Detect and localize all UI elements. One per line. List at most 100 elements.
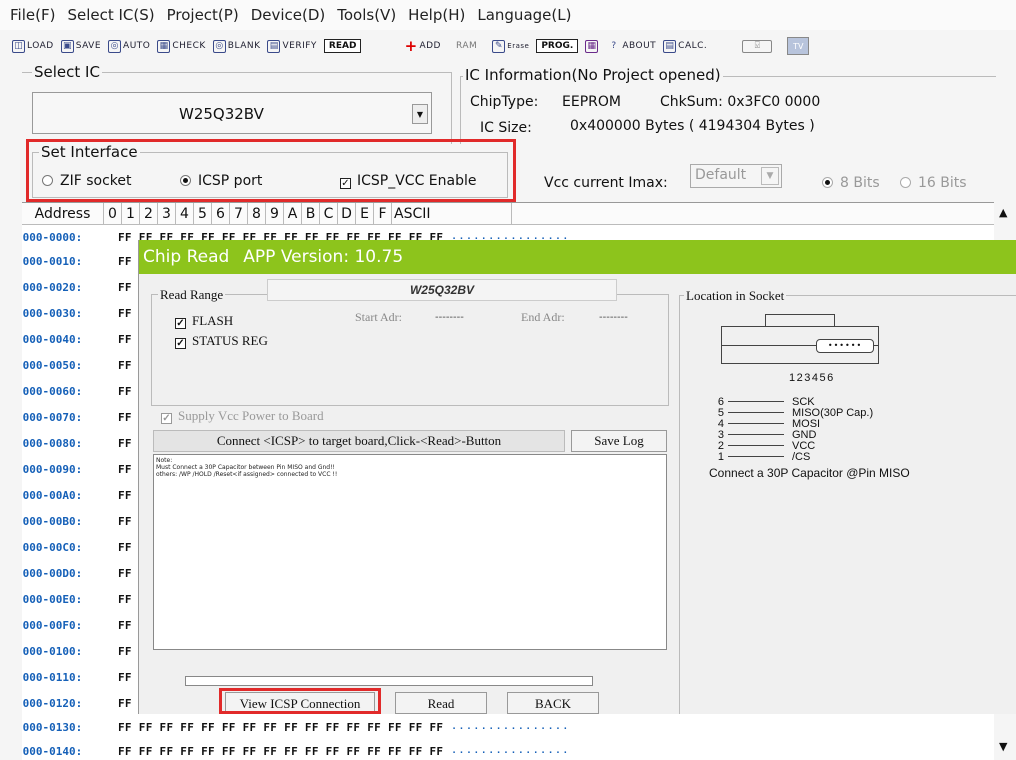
add-button[interactable]: + ADD bbox=[404, 36, 441, 56]
erase-button[interactable]: ✎ Erase bbox=[492, 36, 529, 56]
view-icsp-highlight-box bbox=[219, 688, 381, 714]
pin-number: 1 bbox=[717, 450, 724, 463]
prog-button[interactable]: PROG. bbox=[536, 36, 579, 56]
dialog-title: Chip Read bbox=[143, 247, 230, 267]
menu-help[interactable]: Help(H) bbox=[408, 6, 465, 24]
hex-row-address: 0000-0090: bbox=[22, 462, 83, 476]
hex-header-col: 7 bbox=[230, 203, 248, 224]
auto-button[interactable]: ◎ AUTO bbox=[108, 36, 150, 56]
menu-file[interactable]: File(F) bbox=[10, 6, 55, 24]
pin-row: 3 GND bbox=[704, 429, 873, 441]
pin-line bbox=[728, 456, 784, 457]
pin-row: 4 MOSI bbox=[704, 418, 873, 430]
hex-header-col: F bbox=[374, 203, 392, 224]
verify-chip-icon: ▤ bbox=[267, 39, 281, 53]
hex-header-col: 4 bbox=[176, 203, 194, 224]
menu-tools[interactable]: Tools(V) bbox=[337, 6, 396, 24]
ram-button[interactable]: RAM bbox=[456, 36, 477, 56]
menu-device[interactable]: Device(D) bbox=[251, 6, 326, 24]
tv-button[interactable]: TV bbox=[787, 36, 810, 56]
hex-row-address: 0000-00E0: bbox=[22, 592, 83, 606]
16-bits-radio[interactable]: 16 Bits bbox=[900, 175, 967, 191]
check-chip-icon: ▦ bbox=[157, 39, 171, 53]
radio-unchecked-icon bbox=[900, 177, 911, 188]
checkbox-checked-icon: ✓ bbox=[175, 338, 186, 349]
load-button[interactable]: ◫ LOAD bbox=[12, 36, 54, 56]
flash-checkbox[interactable]: ✓ FLASH bbox=[175, 313, 233, 329]
hex-row-bytes: FF FF FF FF FF FF FF FF FF FF FF FF FF F… bbox=[118, 744, 444, 758]
chip-read-dialog: Chip Read APP Version: 10.75 Read Range … bbox=[138, 240, 1016, 714]
chevron-down-icon: ▼ bbox=[761, 167, 779, 185]
hex-header-col: 8 bbox=[248, 203, 266, 224]
plug-button[interactable]: ⍌ bbox=[742, 36, 774, 56]
hex-row-address: 0000-0020: bbox=[22, 280, 83, 294]
hex-header-col: 6 bbox=[212, 203, 230, 224]
scroll-up-icon[interactable]: ▲ bbox=[999, 206, 1007, 219]
pin-row: 1/CS bbox=[704, 450, 873, 463]
hex-row-address: 0000-0070: bbox=[22, 410, 83, 424]
chksum-value: ChkSum: 0x3FC0 0000 bbox=[660, 94, 821, 110]
end-adr-label: End Adr: bbox=[521, 310, 565, 324]
start-adr-label: Start Adr: bbox=[355, 310, 402, 324]
pin-line bbox=[728, 434, 784, 435]
hex-row-address: 0000-0060: bbox=[22, 384, 83, 398]
hex-row-address: 0000-0040: bbox=[22, 332, 83, 346]
pin-header-icon: •••••• bbox=[816, 339, 874, 353]
calc-button[interactable]: ▤ CALC. bbox=[663, 36, 707, 56]
read-chip-button[interactable]: Read bbox=[395, 692, 487, 714]
eraser-icon: ✎ bbox=[492, 39, 506, 53]
pin-numbers-label: 123456 bbox=[789, 372, 835, 384]
pin-line bbox=[728, 401, 784, 402]
connect-instruction: Connect <ICSP> to target board,Click-<Re… bbox=[153, 430, 565, 452]
status-reg-checkbox[interactable]: ✓ STATUS REG bbox=[175, 333, 268, 349]
about-button[interactable]: ? ABOUT bbox=[607, 36, 656, 56]
hex-header-col: 0 bbox=[104, 203, 122, 224]
log-line: Must Connect a 30P Capacitor between Pin… bbox=[156, 464, 335, 471]
chiptype-label: ChipType: bbox=[470, 94, 539, 110]
radio-checked-icon bbox=[822, 177, 833, 188]
ic-size-value: 0x400000 Bytes ( 4194304 Bytes ) bbox=[570, 118, 815, 134]
menu-select-ic[interactable]: Select IC(S) bbox=[67, 6, 154, 24]
read-button[interactable]: READ bbox=[323, 36, 362, 56]
vcc-current-select[interactable]: Default ▼ bbox=[690, 164, 782, 188]
hex-row-address: 0000-0080: bbox=[22, 436, 83, 450]
calculator-icon: ▤ bbox=[663, 39, 677, 53]
supply-vcc-checkbox[interactable]: ✓ Supply Vcc Power to Board bbox=[161, 408, 324, 424]
start-adr-value: -------- bbox=[435, 312, 464, 323]
hex-row-address: 0000-0000: bbox=[22, 230, 83, 244]
save-log-button[interactable]: Save Log bbox=[571, 430, 667, 452]
hex-row-address: 0000-0010: bbox=[22, 254, 83, 268]
chiptype-value: EEPROM bbox=[562, 94, 621, 110]
pin-list: 6 SCK 5 MISO(30P Cap.) 4 MOSI 3 GND 2 VCC 1/C… bbox=[704, 396, 873, 463]
verify-button[interactable]: ▤ VERIFY bbox=[267, 36, 316, 56]
blank-button[interactable]: ◎ BLANK bbox=[212, 36, 261, 56]
end-adr-value: -------- bbox=[599, 312, 628, 323]
hex-row-address: 0000-0030: bbox=[22, 306, 83, 320]
hex-row: 0000-0130: FF FF FF FF FF FF FF FF FF FF … bbox=[22, 717, 994, 737]
chip-name-field: W25Q32BV bbox=[267, 279, 617, 301]
hex-row-address: 0000-0140: bbox=[22, 744, 83, 758]
back-button[interactable]: BACK bbox=[507, 692, 599, 714]
menu-project[interactable]: Project(P) bbox=[167, 6, 239, 24]
pin-line bbox=[728, 423, 784, 424]
chip-icon: ▦ bbox=[585, 39, 599, 53]
ic-select-field[interactable]: W25Q32BV bbox=[32, 92, 432, 134]
hex-header-address: Address bbox=[22, 203, 104, 224]
scroll-down-icon[interactable]: ▼ bbox=[999, 740, 1007, 753]
menu-language[interactable]: Language(L) bbox=[477, 6, 571, 24]
hex-row-address: 0000-00A0: bbox=[22, 488, 83, 502]
ic-select-dropdown-button[interactable]: ▼ bbox=[412, 104, 428, 124]
save-button[interactable]: ▣ SAVE bbox=[60, 36, 101, 56]
chip-button[interactable]: ▦ bbox=[585, 36, 600, 56]
8-bits-radio[interactable]: 8 Bits bbox=[822, 175, 880, 191]
ic-size-label: IC Size: bbox=[480, 120, 532, 136]
hex-row: 0000-0140: FF FF FF FF FF FF FF FF FF FF … bbox=[22, 741, 994, 760]
hex-header-filler bbox=[512, 203, 920, 224]
check-button[interactable]: ▦ CHECK bbox=[157, 36, 205, 56]
log-textarea[interactable]: Note: Must Connect a 30P Capacitor betwe… bbox=[153, 454, 667, 650]
dialog-version: APP Version: 10.75 bbox=[243, 247, 404, 267]
ic-info-legend: IC Information(No Project opened) bbox=[463, 66, 723, 84]
hex-row-bytes: FF FF FF FF FF FF FF FF FF FF FF FF FF F… bbox=[118, 720, 444, 734]
hex-header-col: E bbox=[356, 203, 374, 224]
select-ic-legend: Select IC bbox=[32, 63, 102, 81]
